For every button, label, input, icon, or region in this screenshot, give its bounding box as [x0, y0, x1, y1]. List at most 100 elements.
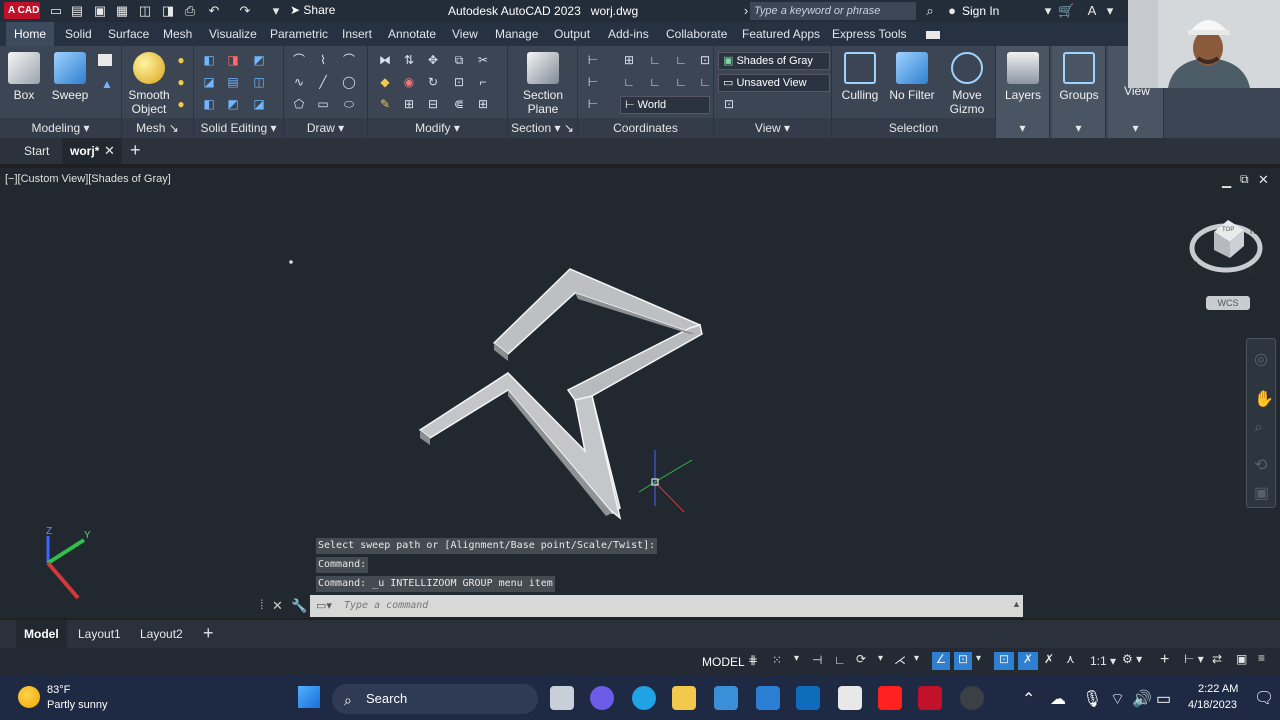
teams-chat-icon[interactable] [590, 686, 614, 710]
tab-add-ins[interactable]: Add-ins [608, 27, 649, 41]
ucs-face-icon[interactable]: ⊢ [584, 74, 602, 90]
new-layout-icon[interactable]: + [203, 623, 214, 644]
panel-title-modify[interactable]: Modify ▾ [368, 118, 507, 138]
offset-icon[interactable]: ⋐ [450, 96, 468, 112]
panel-title-draw[interactable]: Draw ▾ [284, 118, 367, 138]
plot-icon[interactable]: ⎙ [182, 3, 198, 19]
microphone-icon[interactable]: 🎙 [1082, 689, 1102, 709]
ucs-view-icon[interactable]: ∟ [646, 74, 664, 90]
panel-title-solid-editing[interactable]: Solid Editing ▾ [194, 118, 283, 138]
extrude-icon[interactable] [98, 54, 112, 66]
thicken-icon[interactable]: ◩ [224, 96, 242, 112]
tab-insert[interactable]: Insert [342, 27, 372, 41]
line-icon[interactable]: ⌒ [290, 52, 308, 68]
viewcube[interactable]: TOP N S E [1188, 212, 1264, 276]
undo-icon[interactable]: ↶ [206, 3, 222, 19]
ortho-icon[interactable]: ∟ [834, 653, 846, 667]
save-as-icon[interactable]: ▦ [114, 3, 130, 19]
cloud-icon[interactable]: ◨ [160, 3, 176, 19]
file-explorer-icon[interactable] [672, 686, 696, 710]
panel-title-coordinates[interactable]: Coordinates [578, 118, 713, 138]
3d-osnap-icon[interactable]: ⊡ [994, 652, 1014, 670]
microsoft-store-icon[interactable] [714, 686, 738, 710]
extract-edges-icon[interactable]: ◪ [200, 74, 218, 90]
trim-icon[interactable]: ✂ [474, 52, 492, 68]
youtube-icon[interactable] [878, 686, 902, 710]
polar-tracking-icon[interactable]: ⟳ [856, 652, 866, 666]
tab-mesh[interactable]: Mesh [163, 27, 192, 41]
object-snap-icon[interactable]: ⊡ [954, 652, 972, 670]
steering-wheel-icon[interactable]: ◎ [1254, 349, 1268, 369]
wcs-menu[interactable]: WCS [1206, 296, 1250, 310]
tab-annotate[interactable]: Annotate [388, 27, 436, 41]
shell-icon[interactable]: ◪ [250, 96, 268, 112]
line2-icon[interactable]: ╱ [314, 74, 332, 90]
presspull-icon[interactable]: ▲ [98, 76, 116, 92]
snap-icon[interactable]: ⁙ [772, 653, 782, 667]
chrome-icon[interactable] [960, 686, 984, 710]
ellipse-icon[interactable]: ⬭ [340, 96, 358, 112]
showmotion-icon[interactable]: ▣ [1254, 483, 1269, 503]
layers-dropdown-icon[interactable]: ▾ [996, 118, 1049, 138]
layers-button[interactable]: Layers [1002, 52, 1044, 102]
ucs-named-icon[interactable]: ⊢ [584, 96, 602, 112]
grid-icon[interactable]: ⋕ [748, 653, 758, 667]
tab-parametric[interactable]: Parametric [270, 27, 328, 41]
subtract-icon[interactable]: ◨ [224, 52, 242, 68]
tab-manage[interactable]: Manage [495, 27, 538, 41]
compass-n[interactable]: N [1250, 226, 1257, 236]
tab-view[interactable]: View [452, 27, 478, 41]
outlook-icon[interactable] [796, 686, 820, 710]
sweep-button[interactable]: Sweep [50, 52, 90, 102]
clean-screen-icon[interactable]: ▣ [1236, 652, 1247, 666]
signin-dropdown-icon[interactable]: ▾ [1040, 3, 1056, 19]
fillet-icon[interactable]: ⌐ [474, 74, 492, 90]
ucs-z-axis-icon[interactable]: ∟ [672, 52, 690, 68]
culling-button[interactable]: Culling [836, 52, 884, 102]
taskbar-search[interactable]: Search [332, 684, 538, 714]
open-icon[interactable]: ▤ [69, 3, 85, 19]
gizmo-icon[interactable]: ⋏ [1066, 652, 1075, 666]
ucs-x-icon[interactable]: ∟ [672, 74, 690, 90]
save-icon[interactable]: ▣ [92, 3, 108, 19]
autodesk-a360-icon[interactable]: A [1084, 3, 1100, 19]
erase-icon[interactable]: ◆ [376, 74, 394, 90]
smooth-object-button[interactable]: Smooth Object [126, 52, 172, 116]
weather-description[interactable]: Partly sunny [47, 699, 108, 711]
pan-icon[interactable]: ✋ [1254, 389, 1274, 409]
new-icon[interactable]: ▭ [48, 3, 64, 19]
swept-solid[interactable] [418, 268, 703, 520]
dynamic-ucs-icon[interactable]: ✗ [1018, 652, 1038, 670]
isodraft-icon[interactable]: ⋌ [894, 653, 906, 667]
model-space-button[interactable]: MODEL [702, 655, 745, 669]
intersect-icon[interactable]: ◩ [250, 52, 268, 68]
mesh-refine-icon[interactable]: ● [172, 96, 190, 112]
slice-icon[interactable]: ◧ [200, 96, 218, 112]
tab-home[interactable]: Home [6, 22, 55, 46]
snipping-tool-icon[interactable] [838, 686, 862, 710]
mirror-icon[interactable]: ⧓ [376, 52, 394, 68]
polygon-icon[interactable]: ⬠ [290, 96, 308, 112]
isodraft-dropdown-icon[interactable]: ▾ [914, 653, 919, 664]
panel-title-view[interactable]: View ▾ [714, 118, 831, 138]
edge-browser-icon[interactable] [632, 686, 656, 710]
ucs-y-icon[interactable]: ∟ [696, 74, 714, 90]
named-view-select[interactable]: ▭ Unsaved View [718, 74, 830, 92]
panel-title-selection[interactable]: Selection [832, 118, 995, 138]
stretch-icon[interactable]: ⊟ [424, 96, 442, 112]
circle-icon[interactable]: ◯ [340, 74, 358, 90]
tab-solid[interactable]: Solid [65, 27, 92, 41]
cart-icon[interactable]: 🛒 [1058, 3, 1074, 19]
panel-title-mesh[interactable]: Mesh ↘ [122, 118, 193, 138]
ucs-3point-icon[interactable]: ⊡ [696, 52, 714, 68]
annotation-scale[interactable]: 1:1 ▾ [1090, 654, 1116, 668]
viewport-config-icon[interactable]: ⊡ [720, 96, 738, 112]
redo-icon[interactable]: ↷ [237, 3, 253, 19]
app-logo[interactable]: A CAD [4, 2, 40, 19]
weather-temperature[interactable]: 83°F [47, 684, 70, 696]
rotate-icon[interactable]: ↻ [424, 74, 442, 90]
tab-express-tools[interactable]: Express Tools [832, 27, 906, 41]
recent-commands-icon[interactable]: ▭▾ [316, 599, 332, 612]
autocad-taskbar-icon[interactable] [918, 686, 942, 710]
groups-dropdown-icon[interactable]: ▾ [1052, 118, 1105, 138]
